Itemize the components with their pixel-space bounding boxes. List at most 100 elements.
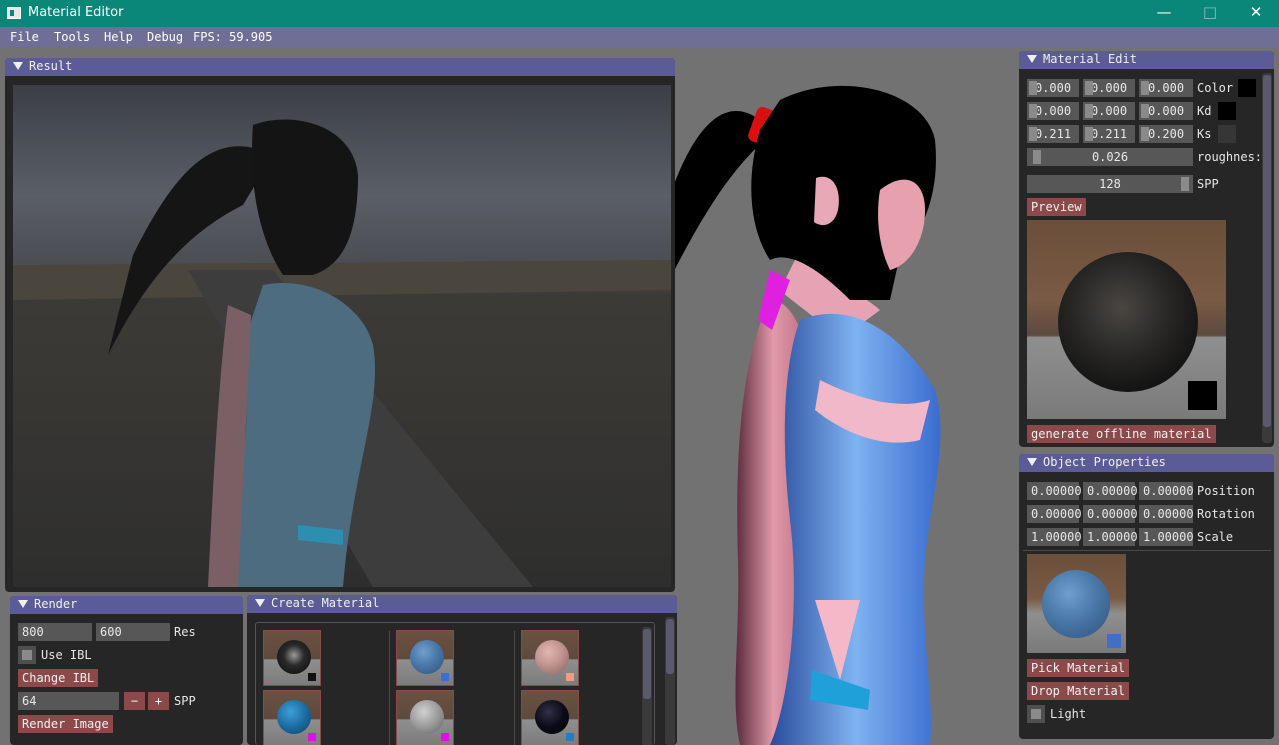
menu-file[interactable]: File — [10, 30, 39, 44]
scrollbar-thumb[interactable] — [643, 629, 651, 699]
resolution-width-input[interactable]: 800 — [18, 623, 92, 641]
collapse-triangle-icon[interactable] — [1027, 458, 1037, 466]
minimize-button[interactable]: — — [1141, 0, 1187, 27]
slider-grab[interactable] — [1141, 81, 1149, 95]
object-properties-panel-header[interactable]: Object Properties — [1019, 454, 1274, 472]
material-color-chip — [566, 733, 574, 741]
slider-grab[interactable] — [1029, 81, 1037, 95]
color-label: Color — [1197, 81, 1234, 95]
preview-spp-value: 128 — [1099, 177, 1121, 191]
result-panel-header[interactable]: Result — [5, 58, 675, 76]
resolution-label: Res — [174, 625, 196, 639]
slider-grab[interactable] — [1141, 104, 1149, 118]
color-swatch[interactable] — [1238, 79, 1256, 97]
material-color-chip — [441, 673, 449, 681]
roughness-label: roughnes: — [1197, 150, 1263, 164]
kd-g-slider[interactable]: 0.000 — [1083, 102, 1135, 120]
material-thumbnail[interactable] — [521, 630, 579, 686]
kd-label: Kd — [1197, 104, 1212, 118]
slider-grab[interactable] — [1033, 150, 1041, 164]
material-grid-scrollbar[interactable] — [642, 627, 652, 745]
preview-spp-label: SPP — [1197, 177, 1219, 191]
kd-swatch[interactable] — [1218, 102, 1236, 120]
material-thumbnail[interactable] — [521, 690, 579, 745]
slider-grab[interactable] — [1085, 127, 1093, 141]
material-edit-panel-header[interactable]: Material Edit — [1019, 51, 1274, 69]
kd-r-slider[interactable]: 0.000 — [1027, 102, 1079, 120]
preview-button[interactable]: Preview — [1027, 198, 1086, 216]
maximize-button[interactable]: □ — [1187, 0, 1233, 27]
rotation-z-input[interactable]: 0.00000 — [1139, 505, 1194, 523]
rotation-x-input[interactable]: 0.00000 — [1027, 505, 1082, 523]
position-z-input[interactable]: 0.00000 — [1139, 482, 1194, 500]
kd-b-slider[interactable]: 0.000 — [1139, 102, 1193, 120]
color-b-slider[interactable]: 0.000 — [1139, 79, 1193, 97]
result-panel: Result — [5, 58, 675, 592]
create-material-scrollbar[interactable] — [665, 617, 675, 745]
material-thumbnail[interactable] — [263, 690, 321, 745]
render-result-image — [13, 85, 671, 587]
spp-increment-button[interactable]: + — [148, 692, 169, 710]
slider-grab[interactable] — [1085, 104, 1093, 118]
color-g-slider[interactable]: 0.000 — [1083, 79, 1135, 97]
light-label: Light — [1050, 707, 1087, 721]
collapse-triangle-icon[interactable] — [13, 62, 23, 70]
menu-tools[interactable]: Tools — [54, 30, 90, 44]
ks-b-slider[interactable]: 0.200 — [1139, 125, 1193, 143]
drop-material-button[interactable]: Drop Material — [1027, 682, 1129, 700]
object-properties-panel-title: Object Properties — [1043, 455, 1166, 469]
change-ibl-button[interactable]: Change IBL — [18, 669, 99, 687]
rotation-y-input[interactable]: 0.00000 — [1083, 505, 1138, 523]
kd-b-value: 0.000 — [1147, 104, 1185, 118]
material-thumbnail[interactable] — [396, 690, 454, 745]
render-panel-header[interactable]: Render — [10, 596, 243, 614]
use-ibl-checkbox[interactable] — [18, 646, 36, 664]
render-panel-title: Render — [34, 597, 78, 611]
material-thumbnail[interactable] — [396, 630, 454, 686]
separator — [1023, 550, 1271, 551]
slider-grab[interactable] — [1085, 81, 1093, 95]
material-edit-panel-title: Material Edit — [1043, 52, 1137, 66]
slider-grab[interactable] — [1029, 127, 1037, 141]
render-image-button[interactable]: Render Image — [18, 715, 113, 733]
scrollbar-thumb[interactable] — [1263, 75, 1271, 427]
collapse-triangle-icon[interactable] — [18, 600, 28, 608]
light-checkbox[interactable] — [1027, 705, 1045, 723]
ks-r-slider[interactable]: 0.211 — [1027, 125, 1079, 143]
scale-z-input[interactable]: 1.00000 — [1139, 528, 1194, 546]
create-material-panel-header[interactable]: Create Material — [247, 595, 677, 613]
position-y-input[interactable]: 0.00000 — [1083, 482, 1138, 500]
material-thumbnail[interactable] — [263, 630, 321, 686]
collapse-triangle-icon[interactable] — [255, 599, 265, 607]
ks-swatch[interactable] — [1218, 125, 1236, 143]
preview-spp-slider[interactable]: 128 — [1027, 175, 1193, 193]
grid-divider — [389, 631, 390, 745]
menu-help[interactable]: Help — [104, 30, 133, 44]
pick-material-button[interactable]: Pick Material — [1027, 659, 1129, 677]
material-sphere — [277, 700, 311, 734]
scale-x-input[interactable]: 1.00000 — [1027, 528, 1082, 546]
object-properties-panel: Object Properties 0.00000 0.00000 0.0000… — [1019, 454, 1274, 739]
kd-g-value: 0.000 — [1090, 104, 1128, 118]
spp-decrement-button[interactable]: − — [124, 692, 145, 710]
rotation-label: Rotation — [1197, 507, 1255, 521]
generate-offline-material-button[interactable]: generate offline material — [1027, 425, 1216, 443]
resolution-height-input[interactable]: 600 — [96, 623, 170, 641]
spp-input[interactable]: 64 — [18, 692, 119, 710]
collapse-triangle-icon[interactable] — [1027, 55, 1037, 63]
fps-readout: FPS: 59.905 — [193, 30, 273, 44]
slider-grab[interactable] — [1141, 127, 1149, 141]
roughness-slider[interactable]: 0.026 — [1027, 148, 1193, 166]
menu-debug[interactable]: Debug — [147, 30, 183, 44]
ks-g-slider[interactable]: 0.211 — [1083, 125, 1135, 143]
ks-b-value: 0.200 — [1147, 127, 1185, 141]
scale-y-input[interactable]: 1.00000 — [1083, 528, 1138, 546]
close-button[interactable]: ✕ — [1233, 0, 1279, 27]
scrollbar-thumb[interactable] — [666, 619, 674, 674]
color-r-slider[interactable]: 0.000 — [1027, 79, 1079, 97]
material-edit-scrollbar[interactable] — [1262, 73, 1272, 443]
position-x-input[interactable]: 0.00000 — [1027, 482, 1082, 500]
slider-grab[interactable] — [1029, 104, 1037, 118]
slider-grab[interactable] — [1181, 177, 1189, 191]
preview-sphere — [1058, 252, 1198, 392]
